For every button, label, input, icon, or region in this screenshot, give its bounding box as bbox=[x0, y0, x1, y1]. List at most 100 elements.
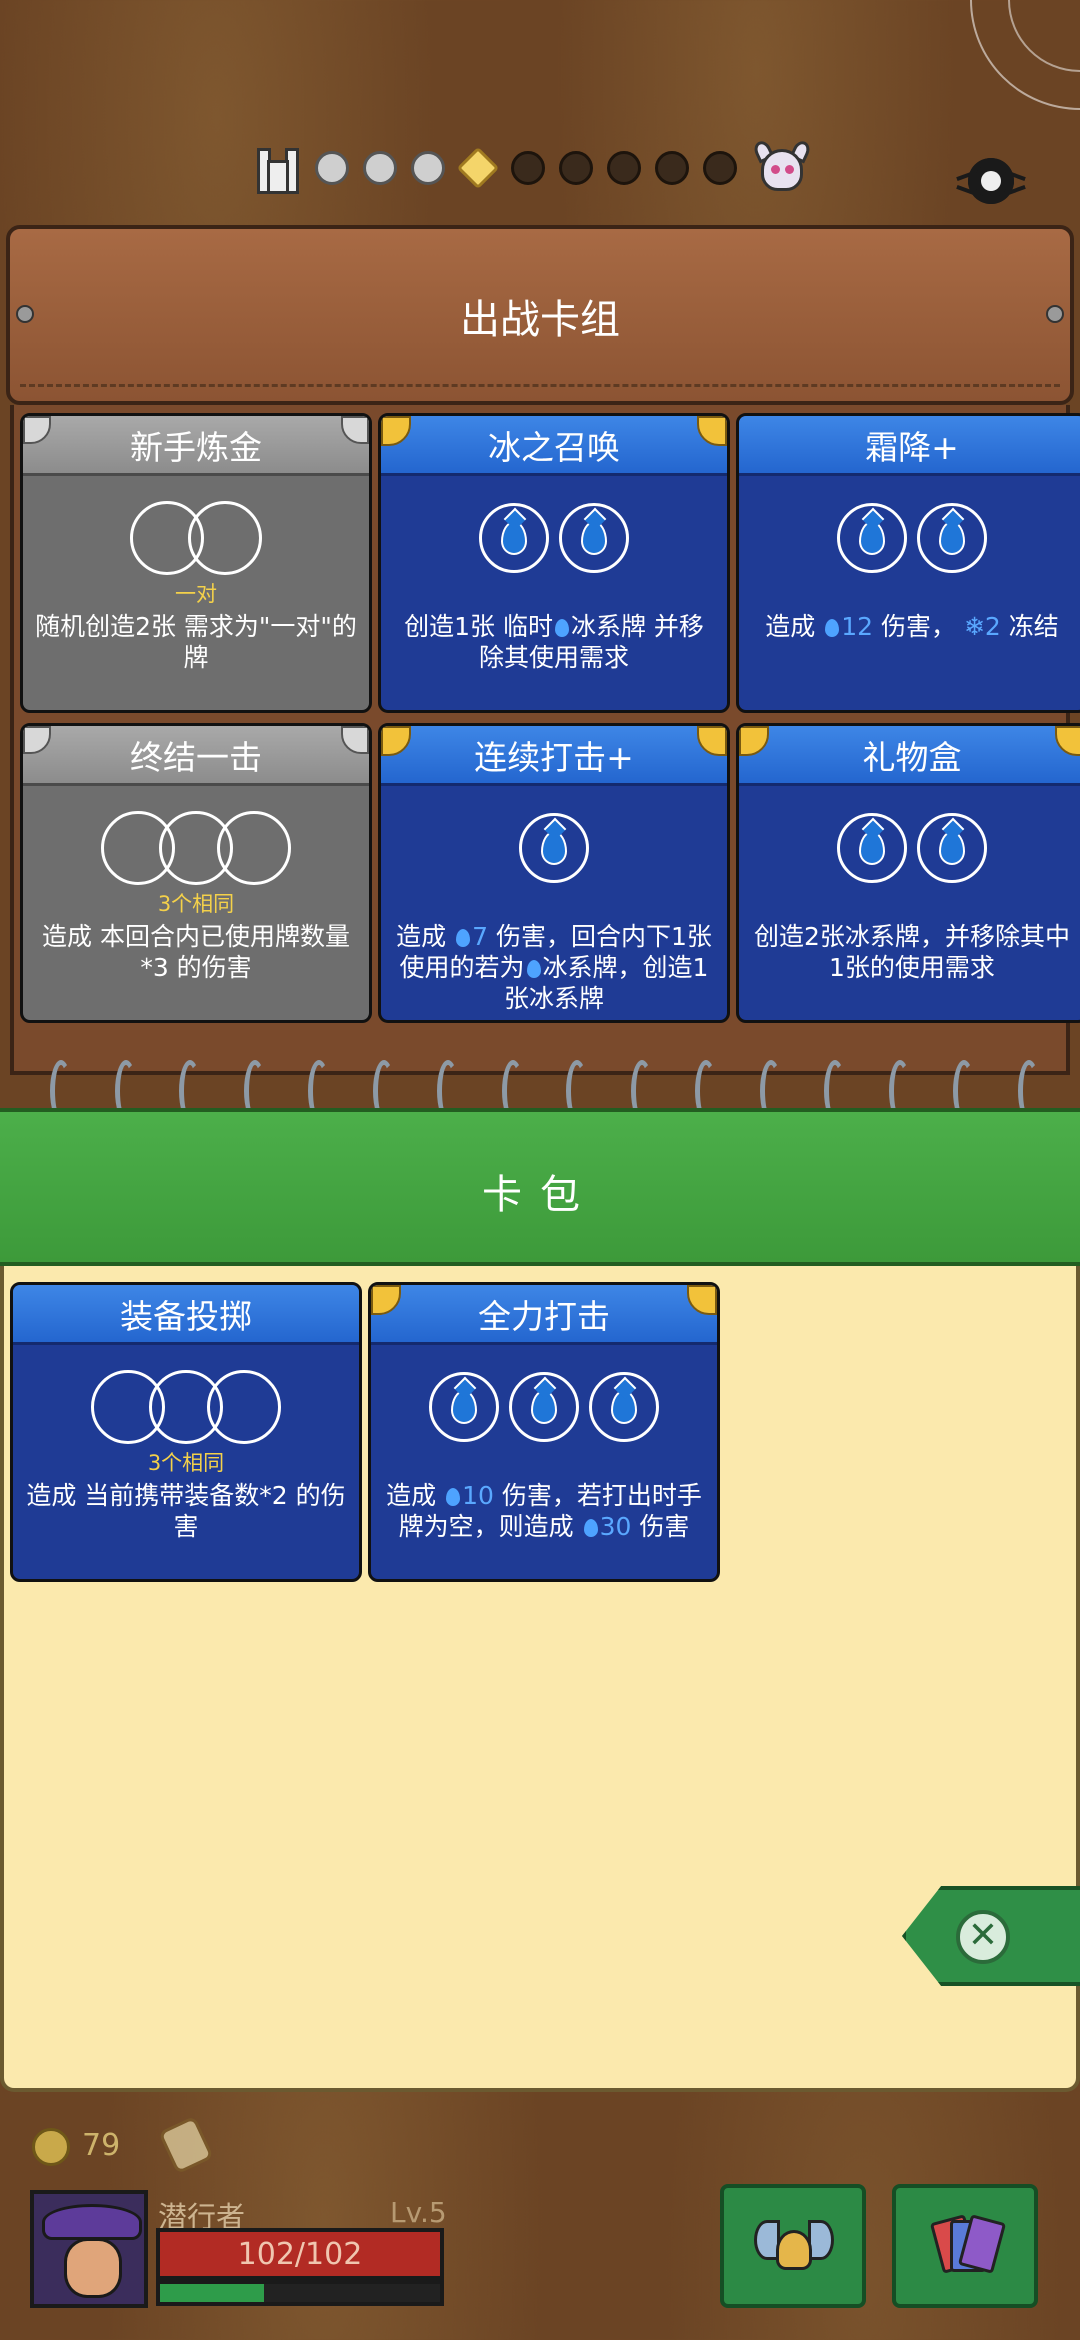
water-slot-icon bbox=[519, 813, 589, 883]
card[interactable]: 全力打击造成 10 伤害，若打出时手牌为空，则造成 30 伤害 bbox=[368, 1282, 720, 1582]
skull-horns-icon bbox=[751, 137, 813, 199]
stage-dot-locked bbox=[511, 151, 545, 185]
stage-dot-done bbox=[315, 151, 349, 185]
card-requirement: 3个相同 bbox=[147, 1451, 225, 1475]
water-drop-icon bbox=[554, 619, 569, 637]
card-slots bbox=[739, 500, 1080, 576]
close-x-icon[interactable]: ✕ bbox=[956, 1910, 1010, 1964]
water-drop-icon bbox=[611, 1390, 637, 1424]
card-title: 礼物盒 bbox=[739, 726, 1080, 786]
card-value: 12 bbox=[841, 612, 874, 641]
top-bar bbox=[0, 0, 1080, 225]
empty-slot-icon bbox=[217, 811, 291, 885]
card-text: 伤害， bbox=[873, 612, 964, 641]
stage-dot-locked bbox=[559, 151, 593, 185]
card[interactable]: 装备投掷 3个相同造成 当前携带装备数*2 的伤害 bbox=[10, 1282, 362, 1582]
bag-header: 卡包 bbox=[0, 1108, 1080, 1266]
card-title: 连续打击+ bbox=[381, 726, 727, 786]
water-slot-icon bbox=[559, 503, 629, 573]
stage-dot-done bbox=[363, 151, 397, 185]
water-slot-icon bbox=[479, 503, 549, 573]
xp-bar bbox=[156, 2280, 444, 2306]
hp-bar: 102/102 bbox=[156, 2228, 444, 2280]
hero-avatar[interactable] bbox=[30, 2190, 148, 2308]
card-requirement: 一对 bbox=[175, 582, 217, 606]
water-drop-icon bbox=[501, 521, 527, 555]
hp-text: 102/102 bbox=[237, 2237, 363, 2272]
stage-dot-locked bbox=[607, 151, 641, 185]
water-drop-icon bbox=[939, 831, 965, 865]
card-description: 造成 10 伤害，若打出时手牌为空，则造成 30 伤害 bbox=[383, 1480, 705, 1542]
card-slots bbox=[23, 810, 369, 886]
card-slots bbox=[739, 810, 1080, 886]
water-slot-icon bbox=[837, 503, 907, 573]
card[interactable]: 礼物盒 创造2张冰系牌，并移除其中1张的使用需求 bbox=[736, 723, 1080, 1023]
stage-dot-locked bbox=[655, 151, 689, 185]
card-slots bbox=[381, 810, 727, 886]
card[interactable]: 新手炼金一对随机创造2张 需求为"一对"的牌 bbox=[20, 413, 372, 713]
water-drop-icon bbox=[446, 1488, 461, 1506]
card-slots bbox=[23, 500, 369, 576]
castle-icon bbox=[255, 140, 301, 196]
empty-slot-icon bbox=[188, 501, 262, 575]
deck-card-grid: 新手炼金 一对 随机创造2张 需求为"一对"的牌 冰之召唤 创造1张 临时 冰系牌 并移除… bbox=[10, 405, 1080, 1075]
card-value: 7 bbox=[472, 922, 488, 951]
card-slots bbox=[371, 1369, 717, 1445]
settings-spider-gear-icon[interactable] bbox=[956, 148, 1026, 218]
cobweb-decoration bbox=[970, 0, 1080, 110]
coin-count: 79 bbox=[82, 2128, 121, 2163]
card-description: 造成 本回合内已使用牌数量*3 的伤害 bbox=[42, 922, 350, 982]
card-title: 冰之召唤 bbox=[381, 416, 727, 476]
stage-dot-current bbox=[456, 146, 500, 190]
card[interactable]: 终结一击 3个相同造成 本回合内已使用牌数量*3 的伤害 bbox=[20, 723, 372, 1023]
empty-slot-icon bbox=[207, 1370, 281, 1444]
card-description: 创造1张 临时 冰系牌 并移除其使用需求 bbox=[393, 611, 715, 673]
water-drop-icon bbox=[451, 1390, 477, 1424]
card[interactable]: 连续打击+ 造成 7 伤害，回合内下1张使用的若为 冰系牌，创造1张冰系牌 bbox=[378, 723, 730, 1023]
deck-header: 出战卡组 bbox=[6, 225, 1074, 405]
card-title: 霜降+ bbox=[739, 416, 1080, 476]
card-deck-button[interactable] bbox=[892, 2184, 1038, 2308]
water-slot-icon bbox=[429, 1372, 499, 1442]
water-slot-icon bbox=[917, 813, 987, 883]
water-drop-icon bbox=[456, 929, 471, 947]
stage-dot-done bbox=[411, 151, 445, 185]
card-value: ❄2 bbox=[963, 612, 1001, 641]
water-slot-icon bbox=[837, 813, 907, 883]
card-requirement: 3个相同 bbox=[157, 892, 235, 916]
card[interactable]: 冰之召唤创造1张 临时 冰系牌 并移除其使用需求 bbox=[378, 413, 730, 713]
card-slots bbox=[13, 1369, 359, 1445]
water-drop-icon bbox=[526, 960, 541, 978]
equipment-button[interactable] bbox=[720, 2184, 866, 2308]
card[interactable]: 霜降+ 造成 12 伤害， ❄2 冻结 bbox=[736, 413, 1080, 713]
stage-progress bbox=[255, 137, 813, 199]
card-description: 造成 12 伤害， ❄2 冻结 bbox=[751, 611, 1073, 642]
card-title: 全力打击 bbox=[371, 1285, 717, 1345]
card-text: 造成 bbox=[386, 1481, 445, 1510]
card-title: 新手炼金 bbox=[23, 416, 369, 476]
water-drop-icon bbox=[859, 831, 885, 865]
winged-helmet-icon bbox=[754, 2210, 834, 2282]
scroll-icon[interactable] bbox=[158, 2115, 214, 2175]
water-drop-icon bbox=[859, 521, 885, 555]
card-title: 终结一击 bbox=[23, 726, 369, 786]
water-drop-icon bbox=[541, 831, 567, 865]
water-slot-icon bbox=[509, 1372, 579, 1442]
cards-icon bbox=[926, 2210, 1007, 2282]
card-value: 30 bbox=[599, 1512, 632, 1541]
card-value: 10 bbox=[462, 1481, 494, 1510]
coin-icon bbox=[32, 2128, 70, 2166]
xp-fill bbox=[160, 2284, 264, 2302]
water-slot-icon bbox=[589, 1372, 659, 1442]
bag-card-area: 装备投掷 3个相同 造成 当前携带装备数*2 的伤害 全力打击 造成 10 伤害，若打出… bbox=[0, 1266, 1080, 2092]
bag-title: 卡包 bbox=[482, 1172, 598, 1218]
hero-level: Lv.5 bbox=[390, 2196, 447, 2229]
stage-dot-locked bbox=[703, 151, 737, 185]
card-title: 装备投掷 bbox=[13, 1285, 359, 1345]
card-slots bbox=[381, 500, 727, 576]
water-slot-icon bbox=[917, 503, 987, 573]
card-text: 创造1张 临时 bbox=[404, 612, 553, 641]
card-description: 造成 当前携带装备数*2 的伤害 bbox=[26, 1481, 346, 1541]
card-description: 随机创造2张 需求为"一对"的牌 bbox=[35, 612, 357, 672]
hero-hud: 79 潜行者 Lv.5 102/102 bbox=[0, 2100, 1080, 2340]
